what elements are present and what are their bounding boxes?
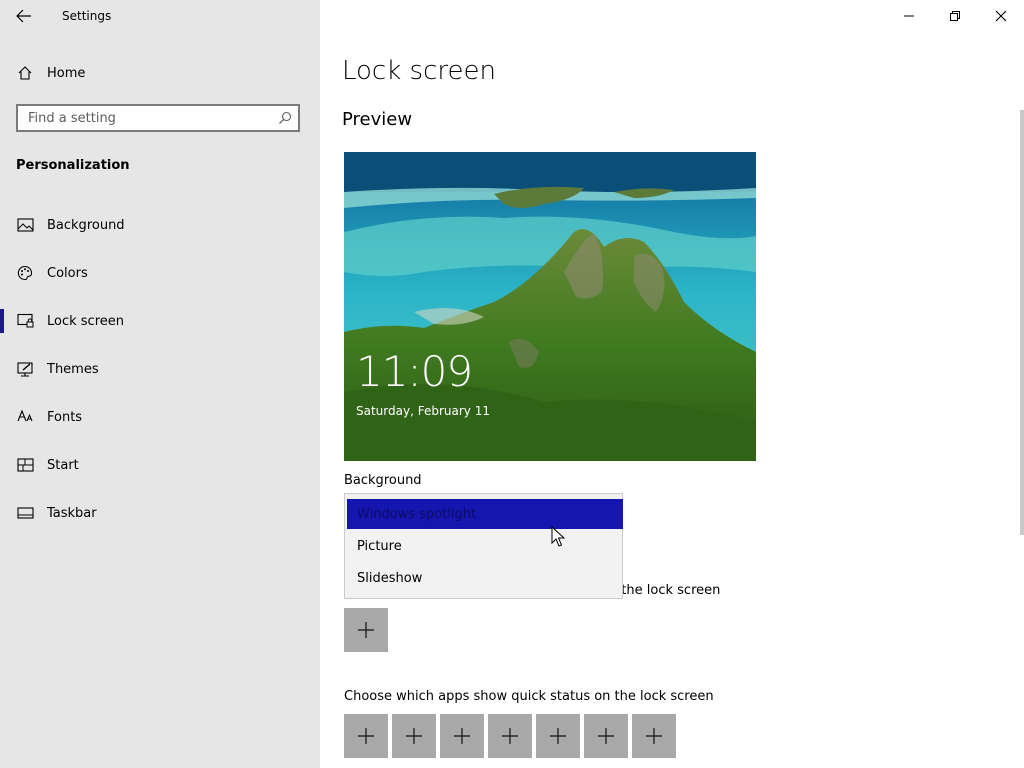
lock-screen-icon: [16, 312, 34, 330]
search-icon[interactable]: [278, 111, 292, 125]
sidebar-item-label: Themes: [47, 361, 99, 377]
detailed-status-add-button[interactable]: [344, 608, 388, 652]
sidebar-item-taskbar[interactable]: Taskbar: [0, 493, 320, 533]
quick-status-add-button[interactable]: [392, 714, 436, 758]
sidebar-item-lock-screen[interactable]: Lock screen: [0, 301, 320, 341]
picture-icon: [16, 216, 34, 234]
mouse-cursor-icon: [551, 526, 565, 547]
plus-icon: [358, 728, 374, 744]
section-title: Personalization: [16, 158, 130, 173]
sidebar-item-colors[interactable]: Colors: [0, 253, 320, 293]
search-box[interactable]: [16, 104, 300, 132]
plus-icon: [406, 728, 422, 744]
preview-title: Preview: [342, 109, 413, 130]
close-button[interactable]: [978, 0, 1024, 32]
home-label: Home: [47, 65, 86, 81]
plus-icon: [454, 728, 470, 744]
back-arrow-icon: [16, 9, 31, 23]
plus-icon: [646, 728, 662, 744]
taskbar-icon: [16, 504, 34, 522]
restore-icon: [950, 11, 960, 21]
restore-button[interactable]: [932, 0, 978, 32]
minimize-icon: [904, 15, 914, 17]
minimize-button[interactable]: [886, 0, 932, 32]
quick-status-label: Choose which apps show quick status on t…: [344, 689, 714, 704]
plus-icon: [502, 728, 518, 744]
quick-status-add-button[interactable]: [488, 714, 532, 758]
scrollbar[interactable]: [1020, 110, 1024, 535]
fonts-icon: [16, 408, 34, 426]
background-label: Background: [344, 473, 422, 488]
palette-icon: [16, 264, 34, 282]
sidebar-item-label: Taskbar: [47, 505, 97, 521]
start-icon: [16, 456, 34, 474]
quick-status-add-button[interactable]: [440, 714, 484, 758]
close-icon: [995, 10, 1007, 22]
sidebar-item-background[interactable]: Background: [0, 205, 320, 245]
sidebar-item-label: Background: [47, 217, 125, 233]
sidebar-item-label: Fonts: [47, 409, 83, 425]
sidebar-item-label: Lock screen: [47, 313, 124, 329]
dropdown-option-windows-spotlight[interactable]: Windows spotlight: [347, 499, 623, 529]
back-button[interactable]: [10, 4, 38, 28]
app-title: Settings: [62, 9, 112, 23]
home-icon: [16, 64, 34, 82]
quick-status-add-button[interactable]: [584, 714, 628, 758]
sidebar-item-label: Start: [47, 457, 79, 473]
nav-home[interactable]: Home: [0, 58, 320, 88]
dropdown-option-slideshow[interactable]: Slideshow: [347, 563, 623, 593]
quick-status-add-button[interactable]: [344, 714, 388, 758]
lock-screen-time: 11:09: [356, 347, 473, 396]
lock-screen-preview: 11:09 Saturday, February 11: [344, 152, 756, 461]
page-title: Lock screen: [342, 56, 496, 86]
quick-status-add-button[interactable]: [632, 714, 676, 758]
sidebar-item-themes[interactable]: Themes: [0, 349, 320, 389]
sidebar-item-start[interactable]: Start: [0, 445, 320, 485]
plus-icon: [550, 728, 566, 744]
background-dropdown-list[interactable]: Windows spotlight Picture Slideshow: [344, 493, 623, 599]
plus-icon: [598, 728, 614, 744]
themes-icon: [16, 360, 34, 378]
sidebar: Settings Home Personalization Background…: [0, 0, 320, 768]
sidebar-item-fonts[interactable]: Fonts: [0, 397, 320, 437]
quick-status-add-button[interactable]: [536, 714, 580, 758]
sidebar-item-label: Colors: [47, 265, 88, 281]
plus-icon: [358, 622, 374, 638]
dropdown-option-picture[interactable]: Picture: [347, 531, 623, 561]
search-input[interactable]: [18, 106, 278, 130]
lock-screen-date: Saturday, February 11: [356, 404, 490, 418]
